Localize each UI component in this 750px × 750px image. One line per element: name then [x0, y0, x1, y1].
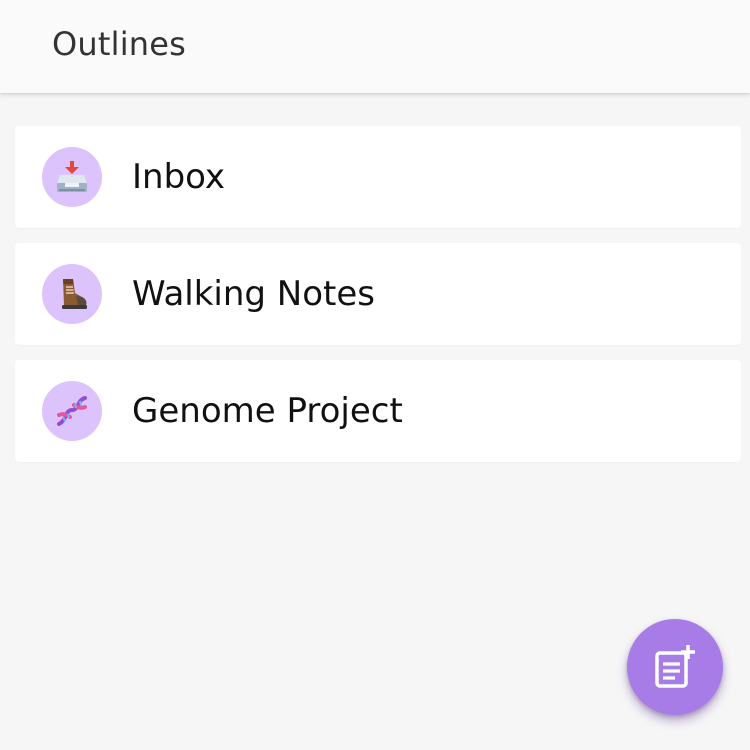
- outline-item-genome-project[interactable]: Genome Project: [15, 360, 741, 462]
- outline-list: Inbox Walking Notes Genome Project: [15, 126, 741, 477]
- outline-title: Walking Notes: [132, 274, 375, 314]
- outline-item-walking-notes[interactable]: Walking Notes: [15, 243, 741, 345]
- page-title: Outlines: [52, 25, 187, 63]
- outline-avatar: [42, 381, 102, 441]
- inbox-tray-icon: [54, 159, 90, 195]
- new-outline-button[interactable]: [627, 619, 723, 715]
- dna-icon: [54, 393, 90, 429]
- outline-item-inbox[interactable]: Inbox: [15, 126, 741, 228]
- hiking-boot-icon: [54, 276, 90, 312]
- outline-avatar: [42, 264, 102, 324]
- new-note-icon: [650, 642, 700, 692]
- app-root: Outlines Inbox Walking Notes Genome Proj…: [0, 0, 750, 750]
- outline-avatar: [42, 147, 102, 207]
- outline-title: Inbox: [132, 157, 226, 197]
- app-bar: Outlines: [0, 0, 750, 93]
- outline-title: Genome Project: [132, 391, 403, 431]
